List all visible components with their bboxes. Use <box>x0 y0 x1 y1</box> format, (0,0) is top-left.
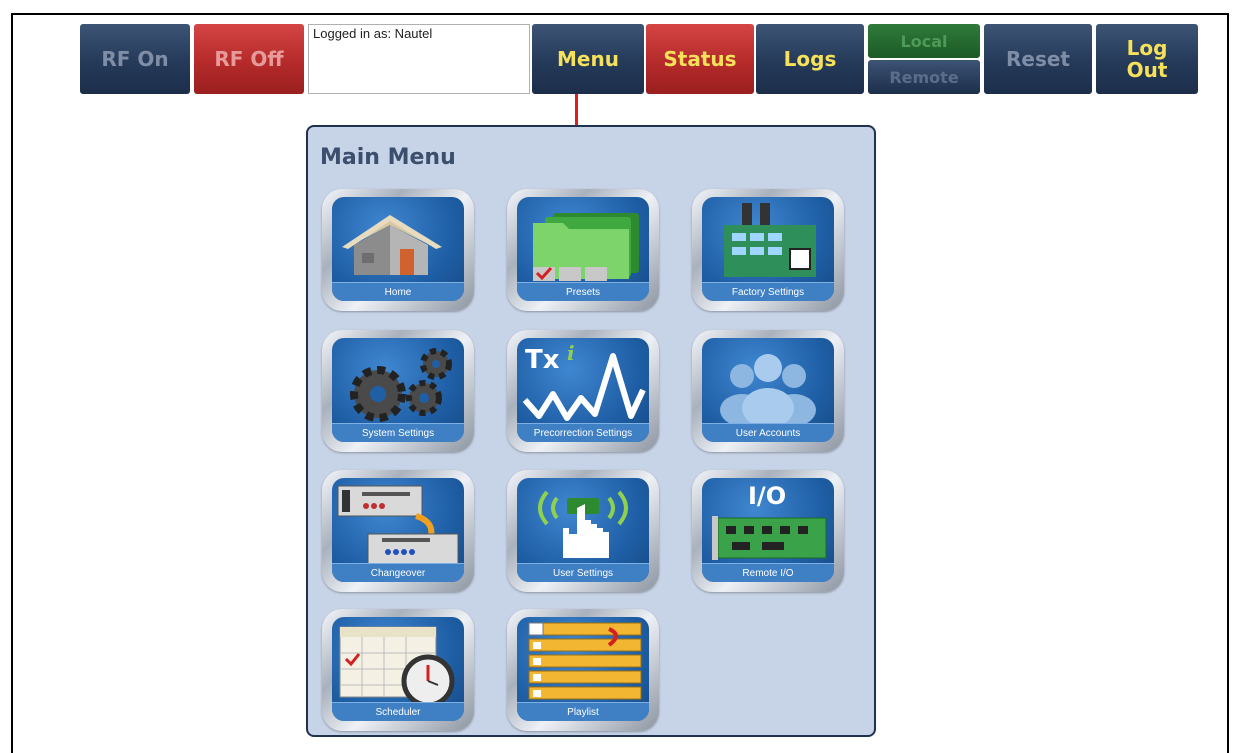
menu-tile-changeover[interactable]: Changeover <box>322 470 474 592</box>
menu-tile-factory-settings[interactable]: Factory Settings <box>692 189 844 311</box>
rf-on-button[interactable]: RF On <box>80 24 190 94</box>
tile-label-changeover: Changeover <box>332 563 464 582</box>
menu-tile-scheduler[interactable]: Scheduler <box>322 609 474 731</box>
local-remote-toggle[interactable]: Local Remote <box>868 24 980 94</box>
svg-text:I/O: I/O <box>748 482 786 510</box>
logs-button[interactable]: Logs <box>756 24 864 94</box>
logout-label-line2: Out <box>1126 58 1168 82</box>
top-toolbar: RF On RF Off Logged in as: Nautel Menu S… <box>80 24 1198 94</box>
menu-tile-presets[interactable]: Presets <box>507 189 659 311</box>
tile-label-factory-settings: Factory Settings <box>702 282 834 301</box>
touch-hand-icon <box>538 490 628 558</box>
menu-button[interactable]: Menu <box>532 24 644 94</box>
main-menu-panel: Main Menu Home Presets Factory Settings … <box>306 125 876 737</box>
gears-icon <box>350 348 452 422</box>
logout-label-line1: Log <box>1126 36 1168 60</box>
tile-label-scheduler: Scheduler <box>332 702 464 721</box>
remote-button[interactable]: Remote <box>868 60 980 94</box>
panel-title: Main Menu <box>320 145 456 170</box>
svg-text:i: i <box>567 341 575 365</box>
status-button[interactable]: Status <box>646 24 754 94</box>
tile-label-user-accounts: User Accounts <box>702 423 834 442</box>
users-icon <box>720 354 816 424</box>
factory-icon <box>724 203 816 277</box>
tile-label-precorrection-settings: Precorrection Settings <box>517 423 649 442</box>
tile-label-system-settings: System Settings <box>332 423 464 442</box>
folders-icon <box>533 213 639 281</box>
menu-tile-user-accounts[interactable]: User Accounts <box>692 330 844 452</box>
logout-button[interactable]: Log Out <box>1096 24 1198 94</box>
tile-label-presets: Presets <box>517 282 649 301</box>
playlist-icon <box>528 622 642 700</box>
txi-waveform-icon: Tx i <box>522 341 646 421</box>
tile-label-home: Home <box>332 282 464 301</box>
rf-off-button[interactable]: RF Off <box>194 24 304 94</box>
calendar-clock-icon <box>339 626 455 703</box>
menu-tile-home[interactable]: Home <box>322 189 474 311</box>
tile-label-user-settings: User Settings <box>517 563 649 582</box>
svg-text:Tx: Tx <box>525 345 560 375</box>
menu-tile-remote-io[interactable]: I/O Remote I/O <box>692 470 844 592</box>
tile-label-playlist: Playlist <box>517 702 649 721</box>
menu-tile-playlist[interactable]: Playlist <box>507 609 659 731</box>
logged-in-status: Logged in as: Nautel <box>308 24 530 94</box>
tile-label-remote-io: Remote I/O <box>702 563 834 582</box>
house-icon <box>342 215 442 275</box>
reset-button[interactable]: Reset <box>984 24 1092 94</box>
local-button[interactable]: Local <box>868 24 980 58</box>
menu-tile-user-settings[interactable]: User Settings <box>507 470 659 592</box>
circuit-board-icon: I/O <box>712 482 827 560</box>
changeover-icon <box>337 485 459 564</box>
menu-tile-system-settings[interactable]: System Settings <box>322 330 474 452</box>
menu-tile-precorrection-settings[interactable]: Tx i Precorrection Settings <box>507 330 659 452</box>
